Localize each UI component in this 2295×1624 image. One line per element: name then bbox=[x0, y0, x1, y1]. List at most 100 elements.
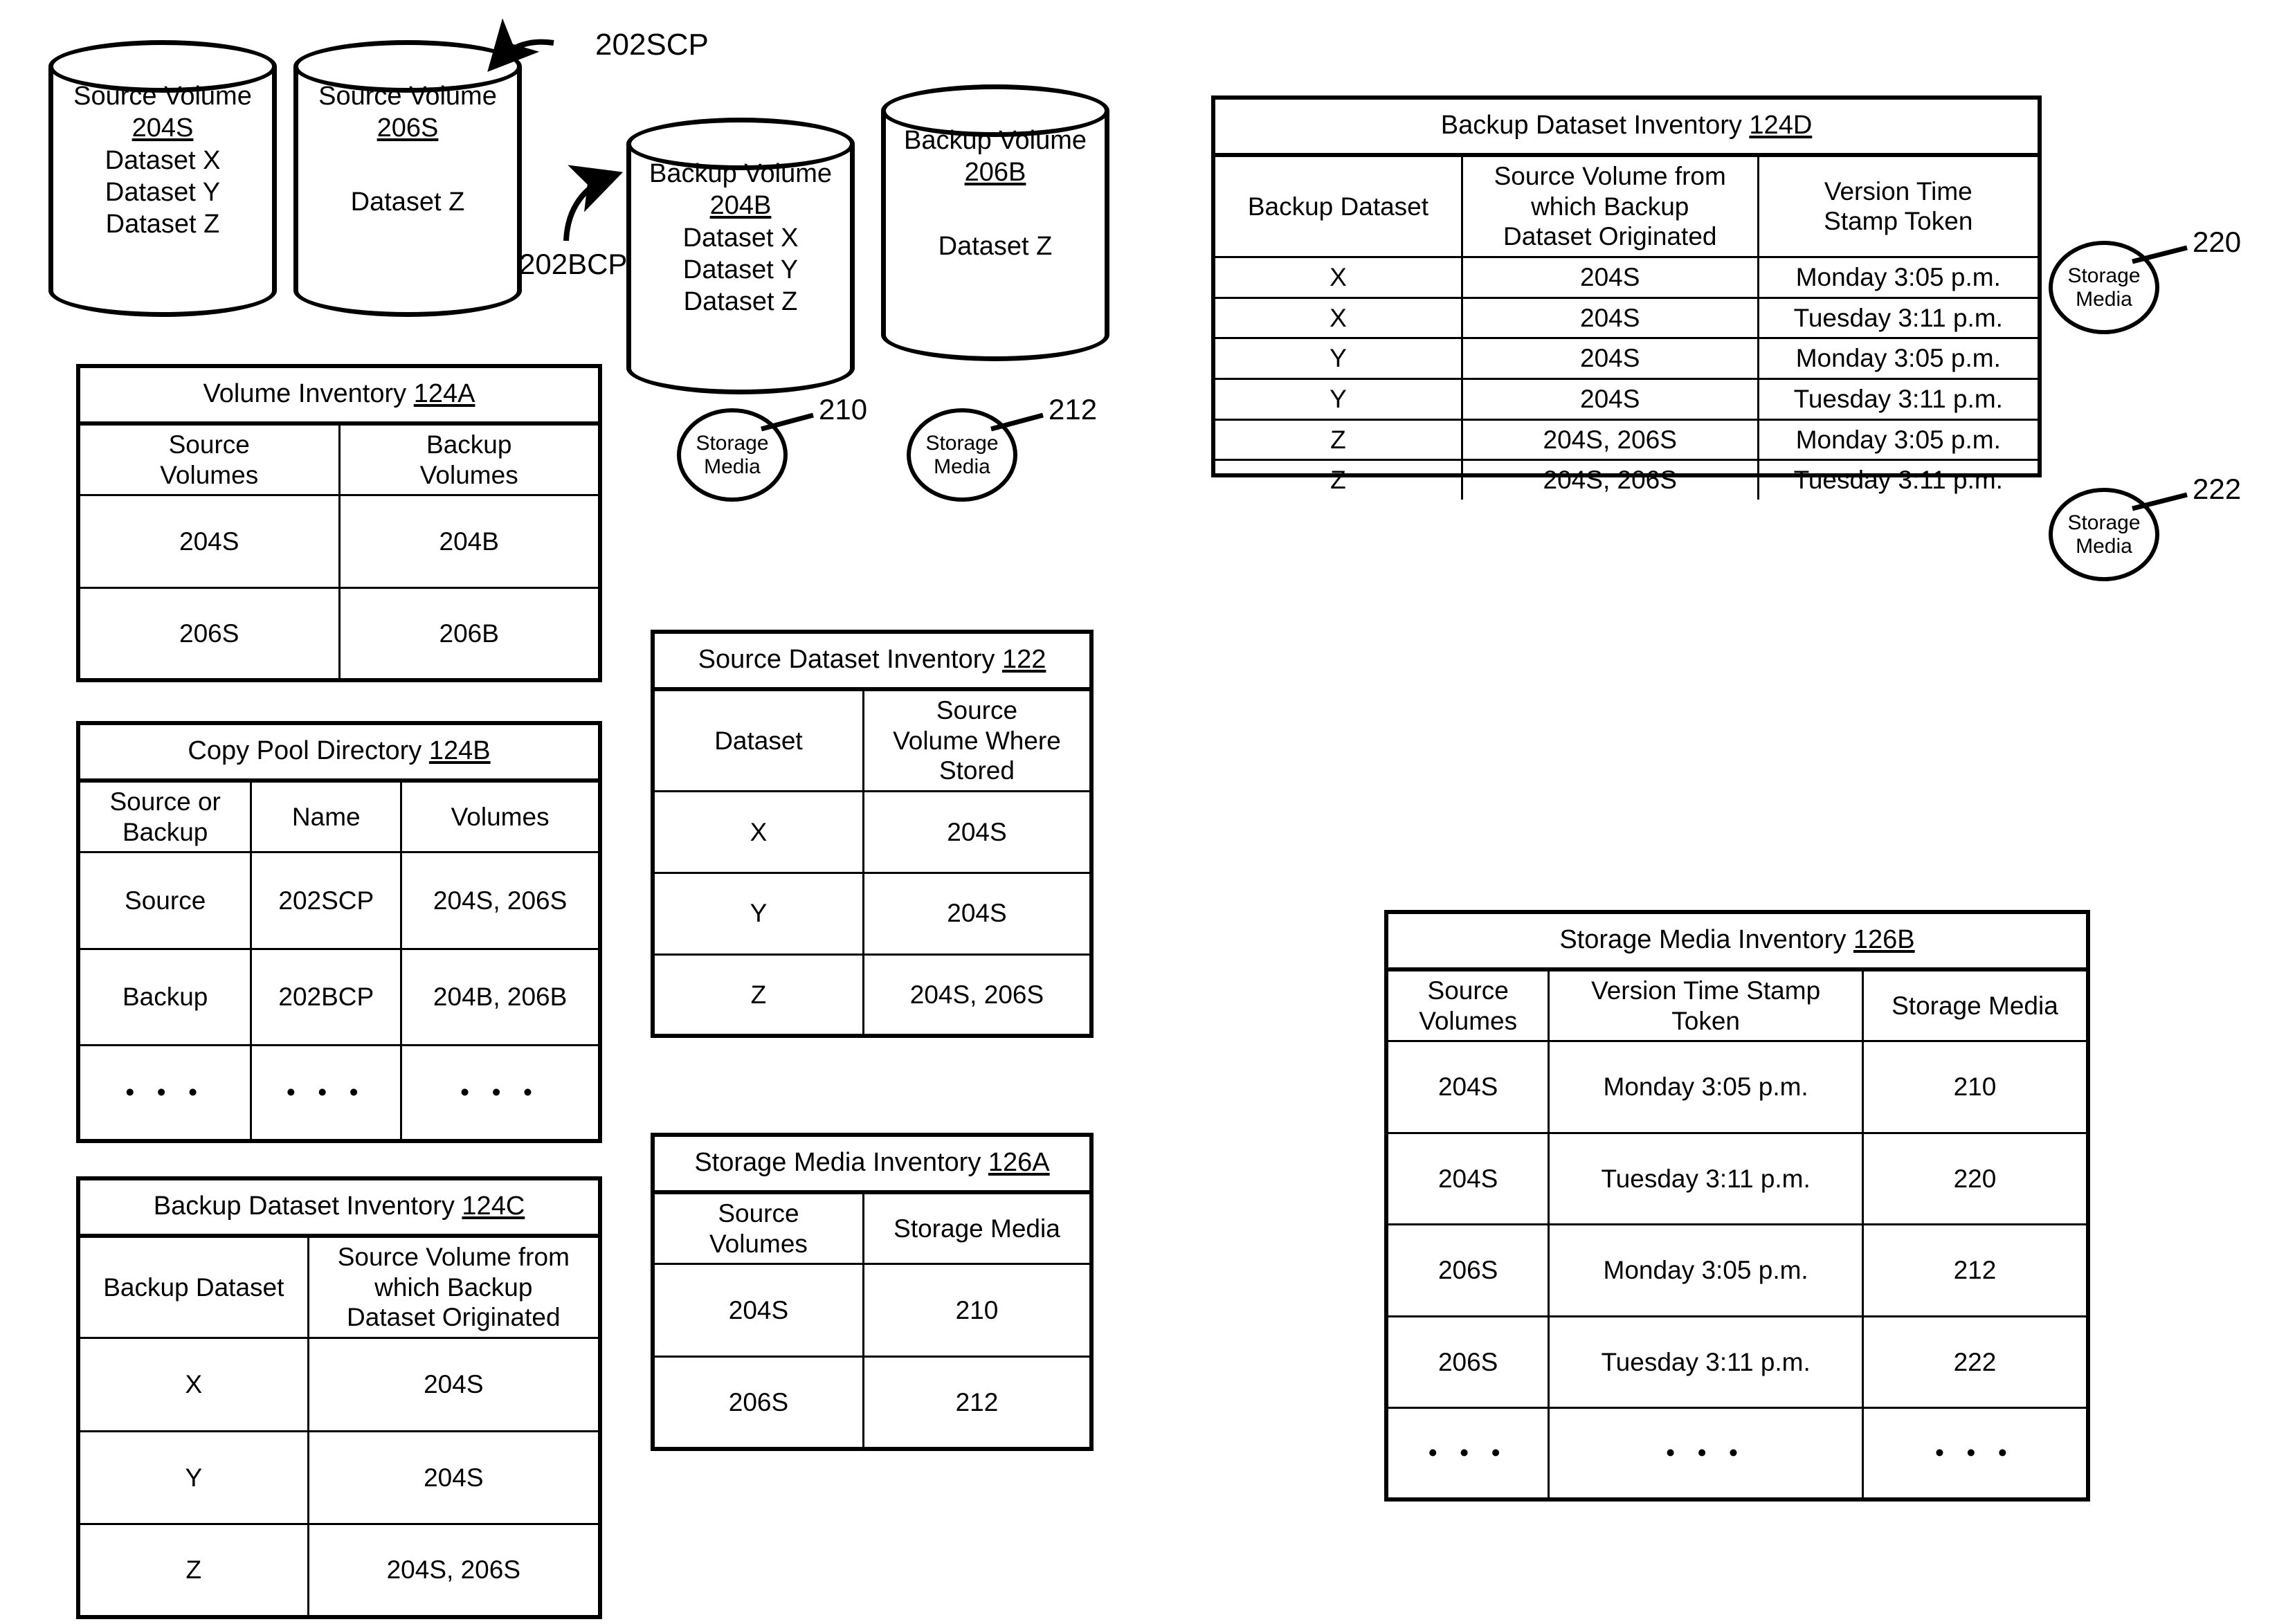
table-row[interactable]: Z 204S, 206S bbox=[655, 953, 1089, 1034]
header-line: Version Time Stamp bbox=[1591, 976, 1821, 1005]
table-row[interactable]: 206S Tuesday 3:11 p.m. 222 bbox=[1388, 1315, 2086, 1409]
cell: Tuesday 3:11 p.m. bbox=[1548, 1315, 1864, 1409]
header-line: Source or bbox=[109, 787, 221, 816]
table-header-row: Source Volumes Storage Media bbox=[655, 1194, 1089, 1264]
cell: 202SCP bbox=[250, 851, 403, 950]
backup-volume-206b-cylinder[interactable]: Backup Volume 206B Dataset Z bbox=[881, 84, 1109, 361]
source-volume-206s-cylinder[interactable]: Source Volume 206S Dataset Z bbox=[293, 40, 522, 317]
table-header-row: Source Volumes Version Time Stamp Token … bbox=[1388, 971, 2086, 1041]
table-row[interactable]: 204S Monday 3:05 p.m. 210 bbox=[1388, 1040, 2086, 1134]
table-body: Source Volumes Version Time Stamp Token … bbox=[1388, 971, 2086, 1497]
volume-ref: 204B bbox=[709, 191, 772, 221]
header-line: Volumes bbox=[1419, 1006, 1518, 1035]
source-volume-204s-label: Source Volume 204S Dataset X Dataset Y D… bbox=[54, 80, 271, 241]
cell: Monday 3:05 p.m. bbox=[1548, 1223, 1864, 1317]
table-row[interactable]: Y 204S Tuesday 3:11 p.m. bbox=[1215, 377, 2038, 421]
header-line: Source Volume from bbox=[1494, 162, 1726, 190]
table-row[interactable]: Y 204S Monday 3:05 p.m. bbox=[1215, 337, 2038, 380]
table-body: Backup Dataset Source Volume from which … bbox=[80, 1238, 598, 1615]
column-header-backup-dataset: Backup Dataset bbox=[1215, 157, 1463, 257]
header-line: Backup bbox=[122, 817, 208, 846]
table-row[interactable]: 204S 204B bbox=[80, 494, 598, 590]
table-row[interactable]: X 204S bbox=[80, 1336, 598, 1432]
table-title: Storage Media Inventory 126A bbox=[655, 1137, 1089, 1194]
cell: 204S bbox=[307, 1336, 598, 1432]
header-line: which Backup bbox=[374, 1272, 533, 1302]
table-storage-media-inventory-126b[interactable]: Storage Media Inventory 126B Source Volu… bbox=[1384, 910, 2090, 1502]
table-row[interactable]: Backup 202BCP 204B, 206B bbox=[80, 947, 598, 1046]
column-header-version-time-stamp-token: Version Time Stamp Token bbox=[1548, 971, 1864, 1041]
table-row[interactable]: X 204S Monday 3:05 p.m. bbox=[1215, 255, 2038, 299]
table-title-text: Source Dataset Inventory bbox=[698, 645, 1002, 674]
table-row[interactable]: Z 204S, 206S Monday 3:05 p.m. bbox=[1215, 418, 2038, 462]
cell: 206B bbox=[338, 587, 598, 678]
column-header-volumes: Volumes bbox=[400, 783, 598, 852]
cell: 204S, 206S bbox=[1460, 459, 1759, 500]
backup-volume-204b-label: Backup Volume 204B Dataset X Dataset Y D… bbox=[632, 158, 849, 318]
table-title: Source Dataset Inventory 122 bbox=[655, 634, 1089, 691]
table-row[interactable]: 204S 210 bbox=[655, 1263, 1089, 1358]
table-title: Copy Pool Directory 124B bbox=[80, 725, 598, 783]
table-header-row: Source Volumes Backup Volumes bbox=[80, 426, 598, 495]
table-source-dataset-inventory-122[interactable]: Source Dataset Inventory 122 Dataset Sou… bbox=[651, 630, 1094, 1038]
header-line: Dataset Originated bbox=[1503, 222, 1717, 251]
header-line: Dataset Originated bbox=[347, 1303, 561, 1332]
table-row[interactable]: Z 204S, 206S Tuesday 3:11 p.m. bbox=[1215, 459, 2038, 500]
storage-media-222-bubble[interactable]: Storage Media bbox=[2049, 488, 2159, 581]
column-header-source-volumes: Source Volumes bbox=[1388, 971, 1550, 1041]
cell: 204S bbox=[1460, 255, 1759, 299]
column-header-name: Name bbox=[250, 783, 403, 852]
table-row[interactable]: 204S Tuesday 3:11 p.m. 220 bbox=[1388, 1131, 2086, 1226]
table-row[interactable]: X 204S bbox=[655, 790, 1089, 874]
column-header-source-volumes: Source Volumes bbox=[80, 426, 341, 495]
cell: X bbox=[80, 1336, 309, 1432]
storage-media-label: Storage Media bbox=[696, 431, 769, 478]
label-spacer bbox=[299, 145, 516, 186]
table-body: Source Volumes Backup Volumes 204S 204B … bbox=[80, 426, 598, 678]
table-ref: 124C bbox=[462, 1192, 525, 1221]
table-row[interactable]: X 204S Tuesday 3:11 p.m. bbox=[1215, 296, 2038, 340]
column-header-source-volume-origin: Source Volume from which Backup Dataset … bbox=[307, 1238, 598, 1338]
cell: Y bbox=[1215, 337, 1463, 380]
table-header-row: Backup Dataset Source Volume from which … bbox=[80, 1238, 598, 1338]
table-row-ellipsis: • • • • • • • • • bbox=[1388, 1407, 2086, 1497]
cell: Tuesday 3:11 p.m. bbox=[1757, 377, 2038, 421]
dataset-entry: Dataset Z bbox=[938, 231, 1053, 261]
header-line: Source bbox=[1427, 976, 1509, 1005]
source-volume-204s-cylinder[interactable]: Source Volume 204S Dataset X Dataset Y D… bbox=[48, 40, 277, 317]
storage-media-212-bubble[interactable]: Storage Media bbox=[907, 408, 1017, 502]
table-storage-media-inventory-126a[interactable]: Storage Media Inventory 126A Source Volu… bbox=[651, 1133, 1094, 1451]
column-header-backup-dataset: Backup Dataset bbox=[80, 1238, 309, 1338]
table-backup-dataset-inventory-124d[interactable]: Backup Dataset Inventory 124D Backup Dat… bbox=[1211, 95, 2042, 500]
table-row[interactable]: Y 204S bbox=[655, 871, 1089, 956]
cell: 206S bbox=[1388, 1315, 1550, 1409]
cell-ellipsis: • • • bbox=[250, 1043, 403, 1139]
column-header-version-time-stamp-token: Version Time Stamp Token bbox=[1757, 157, 2038, 257]
table-copy-pool-directory-124b[interactable]: Copy Pool Directory 124B Source or Backu… bbox=[76, 721, 602, 1143]
table-row[interactable]: 206S Monday 3:05 p.m. 212 bbox=[1388, 1223, 2086, 1317]
volume-title: Source Volume bbox=[73, 82, 252, 111]
storage-media-220-bubble[interactable]: Storage Media bbox=[2049, 241, 2159, 334]
volume-ref: 204S bbox=[131, 113, 194, 143]
cell: 222 bbox=[1861, 1315, 2086, 1409]
dataset-entry: Dataset Z bbox=[683, 287, 798, 317]
table-row[interactable]: 206S 212 bbox=[655, 1356, 1089, 1447]
table-title: Backup Dataset Inventory 124D bbox=[1215, 100, 2038, 157]
cell: 204S bbox=[1460, 296, 1759, 340]
cell: 202BCP bbox=[250, 947, 403, 1046]
table-row[interactable]: 206S 206B bbox=[80, 587, 598, 678]
cell: 204S bbox=[1460, 377, 1759, 421]
table-backup-dataset-inventory-124c[interactable]: Backup Dataset Inventory 124C Backup Dat… bbox=[76, 1176, 602, 1619]
table-row[interactable]: Y 204S bbox=[80, 1430, 598, 1526]
cell: 212 bbox=[1861, 1223, 2086, 1317]
table-ref: 124B bbox=[428, 736, 491, 765]
column-header-source-volume-where-stored: Source Volume Where Stored bbox=[862, 691, 1089, 792]
dataset-entry: Dataset Z bbox=[105, 210, 220, 239]
storage-media-210-bubble[interactable]: Storage Media bbox=[677, 408, 788, 502]
backup-volume-204b-cylinder[interactable]: Backup Volume 204B Dataset X Dataset Y D… bbox=[626, 118, 855, 394]
table-row[interactable]: Source 202SCP 204S, 206S bbox=[80, 851, 598, 950]
table-volume-inventory-124a[interactable]: Volume Inventory 124A Source Volumes Bac… bbox=[76, 364, 602, 682]
volume-title: Backup Volume bbox=[648, 159, 833, 188]
cell: Y bbox=[1215, 377, 1463, 421]
table-row[interactable]: Z 204S, 206S bbox=[80, 1523, 598, 1615]
